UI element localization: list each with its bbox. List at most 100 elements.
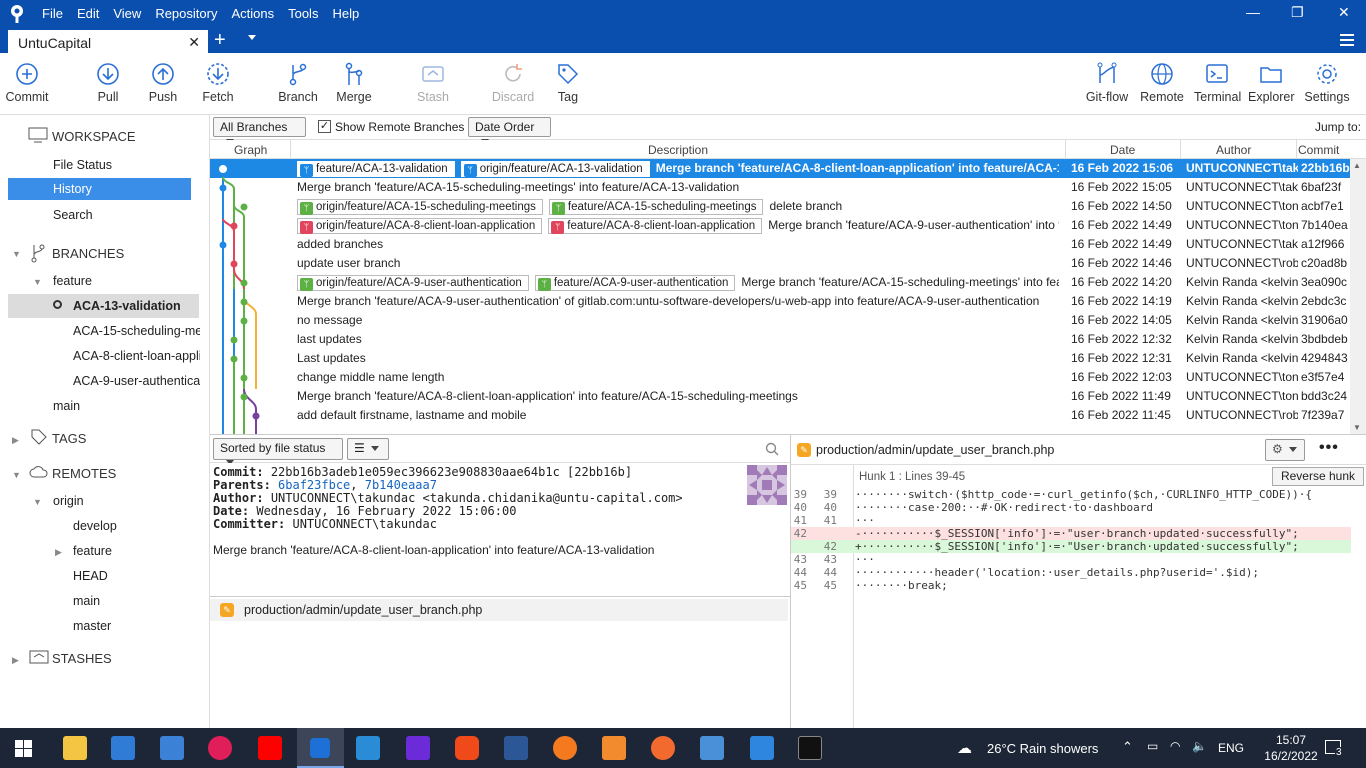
commit-row[interactable]: last updates 16 Feb 2022 12:32 Kelvin Rand… <box>210 330 1350 349</box>
parent-link-1[interactable]: 6baf23fbce <box>278 478 350 492</box>
sidebar-folder-feature[interactable]: feature <box>53 274 92 288</box>
xampp-icon[interactable] <box>602 736 626 760</box>
commit-row[interactable]: Merge branch 'feature/ACA-9-user-authent… <box>210 292 1350 311</box>
file-row[interactable]: ✎ production/admin/update_user_branch.ph… <box>210 599 788 621</box>
new-tab-button[interactable]: + <box>214 29 226 51</box>
jump-to-label[interactable]: Jump to: <box>1315 120 1361 134</box>
youtube-icon[interactable] <box>258 736 282 760</box>
parent-link-2[interactable]: 7b140eaaa7 <box>365 478 437 492</box>
sidebar-remote-master[interactable]: master <box>73 619 111 633</box>
sort-dropdown[interactable]: Sorted by file status <box>213 438 343 466</box>
branch-badge[interactable]: ᛘ origin/feature/ACA-8-client-loan-applic… <box>297 218 543 234</box>
word-icon[interactable] <box>504 736 528 760</box>
sidebar-branch-aca15[interactable]: ACA-15-scheduling-meetings <box>73 324 200 338</box>
discard-button[interactable]: Discard <box>490 61 536 104</box>
brave-icon[interactable] <box>455 736 479 760</box>
windows-start-icon[interactable] <box>15 740 32 757</box>
merge-button[interactable]: Merge <box>334 61 374 104</box>
close-window-button[interactable]: ✕ <box>1338 4 1350 21</box>
tab-untucapital[interactable]: UntuCapital ✕ <box>8 30 208 55</box>
slack-icon[interactable] <box>208 736 232 760</box>
order-dropdown[interactable]: Date Order <box>468 117 551 145</box>
remote-feature-caret-icon[interactable]: ▶ <box>55 547 62 558</box>
branches-caret-icon[interactable]: ▼ <box>12 249 21 259</box>
firefox-icon[interactable] <box>553 736 577 760</box>
sidebar-remote-develop[interactable]: develop <box>73 519 117 533</box>
column-date[interactable]: Date <box>1110 143 1135 157</box>
stashes-caret-icon[interactable]: ▶ <box>12 655 19 666</box>
remotes-caret-icon[interactable]: ▼ <box>12 470 21 480</box>
commit-row[interactable]: ᛘ feature/ACA-13-validation ᛘ origin/featur… <box>210 159 1350 178</box>
branch-badge[interactable]: ᛘ origin/feature/ACA-9-user-authenticatio… <box>297 275 529 291</box>
tab-close-icon[interactable]: ✕ <box>188 34 200 51</box>
volume-icon[interactable]: 🔈 <box>1192 739 1207 753</box>
sidebar-branch-aca9[interactable]: ACA-9-user-authentication <box>73 374 200 388</box>
wifi-icon[interactable]: ◠ <box>1170 739 1180 753</box>
gitflow-button[interactable]: Git-flow <box>1084 61 1130 104</box>
menu-help[interactable]: Help <box>332 6 359 21</box>
minimize-button[interactable]: — <box>1246 4 1260 20</box>
commit-list-scrollbar[interactable]: ▲ ▼ <box>1350 159 1366 434</box>
branch-badge[interactable]: ᛘ feature/ACA-9-user-authentication <box>534 275 736 291</box>
remote-button[interactable]: Remote <box>1140 61 1184 104</box>
sidebar-remote-origin[interactable]: origin <box>53 494 84 508</box>
sidebar-branch-main[interactable]: main <box>53 399 80 413</box>
feature-caret-icon[interactable]: ▼ <box>33 277 42 287</box>
commit-row[interactable]: added branches 16 Feb 2022 14:49 UNTUCONNE… <box>210 235 1350 254</box>
column-description[interactable]: Description <box>648 143 708 157</box>
more-options-icon[interactable]: ••• <box>1319 439 1339 457</box>
menu-repository[interactable]: Repository <box>155 6 217 21</box>
sidebar-item-history[interactable]: History <box>8 178 191 200</box>
sidebar-item-search[interactable]: Search <box>53 208 93 222</box>
commit-row[interactable]: ᛘ origin/feature/ACA-8-client-loan-applic… <box>210 216 1350 235</box>
fetch-button[interactable]: Fetch <box>200 61 236 104</box>
commit-row[interactable]: Merge branch 'feature/ACA-15-scheduling-… <box>210 178 1350 197</box>
mail-icon[interactable] <box>160 736 184 760</box>
settings-button[interactable]: Settings <box>1304 61 1350 104</box>
branch-badge[interactable]: ᛘ feature/ACA-15-scheduling-meetings <box>548 199 764 215</box>
tags-caret-icon[interactable]: ▶ <box>12 435 19 446</box>
sidebar-item-file-status[interactable]: File Status <box>53 158 112 172</box>
menu-view[interactable]: View <box>113 6 141 21</box>
battery-icon[interactable]: ▭ <box>1147 739 1158 753</box>
view-mode-dropdown[interactable]: ☰ <box>347 438 389 460</box>
hamburger-menu-icon[interactable] <box>1340 34 1354 49</box>
commit-row[interactable]: ᛘ origin/feature/ACA-9-user-authenticatio… <box>210 273 1350 292</box>
commit-row[interactable]: Last updates 16 Feb 2022 12:31 Kelvin Rand… <box>210 349 1350 368</box>
maximize-button[interactable]: ❐ <box>1291 4 1304 21</box>
file-explorer-icon[interactable] <box>63 736 87 760</box>
column-commit[interactable]: Commit <box>1298 143 1339 157</box>
push-button[interactable]: Push <box>145 61 181 104</box>
commit-row[interactable]: ᛘ origin/feature/ACA-15-scheduling-meetin… <box>210 197 1350 216</box>
branch-badge[interactable]: ᛘ feature/ACA-8-client-loan-application <box>548 218 763 234</box>
commit-button[interactable]: Commit <box>4 61 50 104</box>
vscode-icon[interactable] <box>356 736 380 760</box>
commit-row[interactable]: change middle name length 16 Feb 2022 12:… <box>210 368 1350 387</box>
branch-badge[interactable]: ᛘ origin/feature/ACA-15-scheduling-meetin… <box>297 199 543 215</box>
explorer-button[interactable]: Explorer <box>1248 61 1295 104</box>
menu-file[interactable]: File <box>42 6 63 21</box>
sidebar-remote-head[interactable]: HEAD <box>73 569 108 583</box>
weather-text[interactable]: 26°C Rain showers <box>987 741 1098 756</box>
postman-icon[interactable] <box>651 736 675 760</box>
diff-options-dropdown[interactable]: ⚙ <box>1265 439 1305 461</box>
control-panel-icon[interactable] <box>700 736 724 760</box>
clock-time[interactable]: 15:07 <box>1268 733 1314 747</box>
commit-row[interactable]: update user branch 16 Feb 2022 14:46 UNTUC… <box>210 254 1350 273</box>
search-icon[interactable] <box>765 442 779 456</box>
column-graph[interactable]: Graph <box>234 143 267 157</box>
store-icon[interactable] <box>111 736 135 760</box>
language-indicator[interactable]: ENG <box>1218 741 1244 755</box>
branches-heading[interactable]: BRANCHES <box>52 246 124 261</box>
stash-button[interactable]: Stash <box>414 61 452 104</box>
commit-row[interactable]: Merge branch 'feature/ACA-8-client-loan-… <box>210 387 1350 406</box>
menu-edit[interactable]: Edit <box>77 6 99 21</box>
branch-button[interactable]: Branch <box>278 61 318 104</box>
clock-date[interactable]: 16/2/2022 <box>1258 749 1324 763</box>
branches-filter-dropdown[interactable]: All Branches <box>213 117 306 145</box>
commit-row[interactable]: no message 16 Feb 2022 14:05 Kelvin Randa … <box>210 311 1350 330</box>
sidebar-remote-main[interactable]: main <box>73 594 100 608</box>
show-remote-checkbox[interactable]: ✓ <box>318 120 331 133</box>
commit-row[interactable]: add default firstname, lastname and mobi… <box>210 406 1350 425</box>
sidebar-branch-current[interactable]: ACA-13-validation <box>8 294 199 318</box>
